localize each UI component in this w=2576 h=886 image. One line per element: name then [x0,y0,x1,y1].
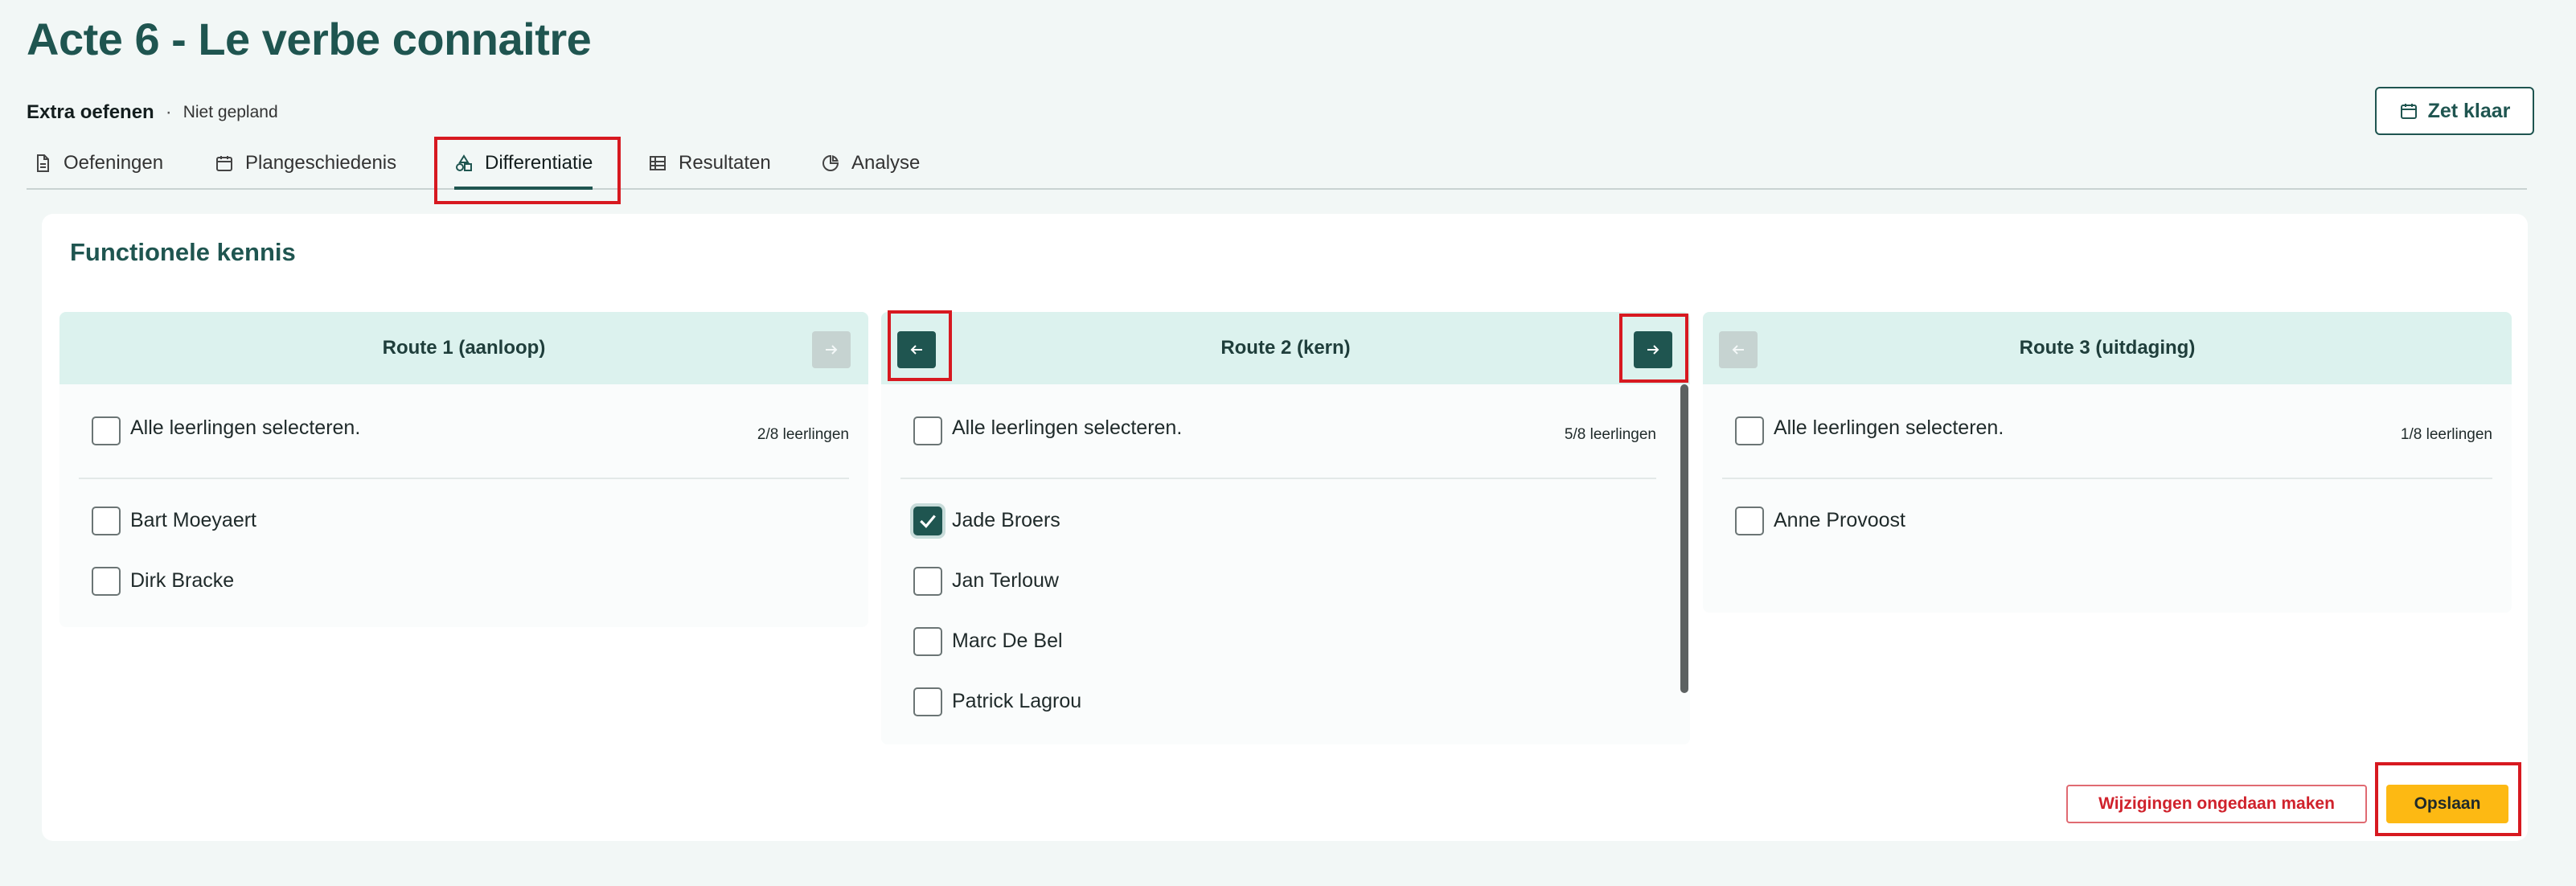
student-checkbox[interactable] [913,566,942,596]
move-right-button[interactable] [1634,331,1672,368]
student-row: Bart Moeyaert [92,490,868,551]
route-body: Alle leerlingen selecteren. 2/8 leerling… [59,384,868,611]
student-row: Dirk Bracke [92,551,868,611]
student-checkbox[interactable] [913,626,942,656]
subtitle: Extra oefenen · Niet gepland [27,101,278,124]
student-count: 1/8 leerlingen [2400,426,2492,443]
calendar-icon [2400,104,2417,119]
route-column-2: Route 2 (kern) Alle leerlingen selectere… [881,312,1690,744]
student-count: 2/8 leerlingen [757,426,849,443]
student-checkbox[interactable] [913,687,942,716]
move-right-button[interactable] [812,331,851,368]
student-name: Bart Moeyaert [130,509,257,531]
select-all-checkbox[interactable] [1735,416,1764,445]
tab-differentiatie[interactable]: Differentiatie [454,138,593,190]
route-header: Route 3 (uitdaging) [1703,312,2512,384]
student-name: Jan Terlouw [952,569,1059,592]
zet-klaar-label: Zet klaar [2427,99,2511,122]
tab-bar: Oefeningen Plangeschiedenis Differentiat… [27,138,2527,190]
tab-oefeningen[interactable]: Oefeningen [33,138,163,188]
student-name: Anne Provoost [1774,509,1905,531]
select-all-row: Alle leerlingen selecteren. 1/8 leerling… [1722,384,2492,479]
calendar-icon [216,156,232,171]
route-title: Route 3 (uitdaging) [2019,337,2196,359]
tab-resultaten[interactable]: Resultaten [648,138,771,188]
student-row-partial [941,732,1676,744]
route-title: Route 2 (kern) [1220,337,1351,359]
table-icon [650,156,666,170]
section-title: Functionele kennis [70,238,296,266]
select-all-row: Alle leerlingen selecteren. 2/8 leerling… [79,384,849,479]
tab-label: Analyse [851,152,921,174]
tab-label: Plangeschiedenis [245,152,397,174]
route-column-1: Route 1 (aanloop) Alle leerlingen select… [59,312,868,627]
tab-plangeschiedenis[interactable]: Plangeschiedenis [215,138,396,188]
tab-label: Resultaten [679,152,771,174]
page-title: Acte 6 - Le verbe connaitre [27,14,592,64]
zet-klaar-button[interactable]: Zet klaar [2375,87,2534,135]
arrow-right-icon [1647,345,1659,355]
select-all-checkbox[interactable] [92,416,121,445]
student-list: Anne Provoost [1703,479,2512,551]
student-checkbox[interactable] [92,506,121,535]
route-body: Alle leerlingen selecteren. 5/8 leerling… [881,384,1676,744]
select-all-row: Alle leerlingen selecteren. 5/8 leerling… [900,384,1656,479]
select-all-label: Alle leerlingen selecteren. [952,416,1183,439]
route-title: Route 1 (aanloop) [382,337,546,359]
shapes-icon [456,154,472,171]
student-checkbox[interactable] [1735,506,1764,535]
student-row: Patrick Lagrou [913,671,1676,732]
student-row: Jan Terlouw [913,551,1676,611]
category-label: Extra oefenen [27,101,154,123]
student-name: Dirk Bracke [130,569,235,592]
route-header: Route 2 (kern) [881,312,1690,384]
pie-chart-icon [822,154,839,171]
select-all-label: Alle leerlingen selecteren. [130,416,361,439]
student-checkbox[interactable] [913,506,942,535]
status-label: Niet gepland [183,103,278,121]
arrow-left-icon [1732,345,1744,355]
document-icon [37,154,49,172]
student-row: Anne Provoost [1735,490,2512,551]
student-row: Marc De Bel [913,611,1676,671]
tab-analyse[interactable]: Analyse [821,138,920,188]
arrow-right-icon [826,345,838,355]
checkmark-icon [920,514,936,528]
select-all-label: Alle leerlingen selecteren. [1774,416,2004,439]
tab-label: Differentiatie [485,152,593,174]
student-list: Bart Moeyaert Dirk Bracke [59,479,868,611]
student-name: Patrick Lagrou [952,690,1082,712]
route-body: Alle leerlingen selecteren. 1/8 leerling… [1703,384,2512,551]
arrow-left-icon [910,345,922,355]
tab-label: Oefeningen [64,152,164,174]
student-checkbox[interactable] [92,566,121,596]
route-column-3: Route 3 (uitdaging) Alle leerlingen sele… [1703,312,2512,613]
student-count: 5/8 leerlingen [1564,426,1656,443]
student-name: Marc De Bel [952,630,1063,652]
student-name: Jade Broers [952,509,1060,531]
undo-changes-button[interactable]: Wijzigingen ongedaan maken [2066,785,2367,823]
move-left-button[interactable] [1719,331,1758,368]
route-header: Route 1 (aanloop) [59,312,868,384]
student-row: Jade Broers [913,490,1676,551]
scrollbar[interactable] [1680,384,1688,693]
separator: · [165,101,172,123]
select-all-checkbox[interactable] [913,416,942,445]
save-button[interactable]: Opslaan [2386,785,2508,823]
student-list: Jade Broers Jan Terlouw Marc De Bel Patr… [881,479,1676,744]
move-left-button[interactable] [897,331,936,368]
